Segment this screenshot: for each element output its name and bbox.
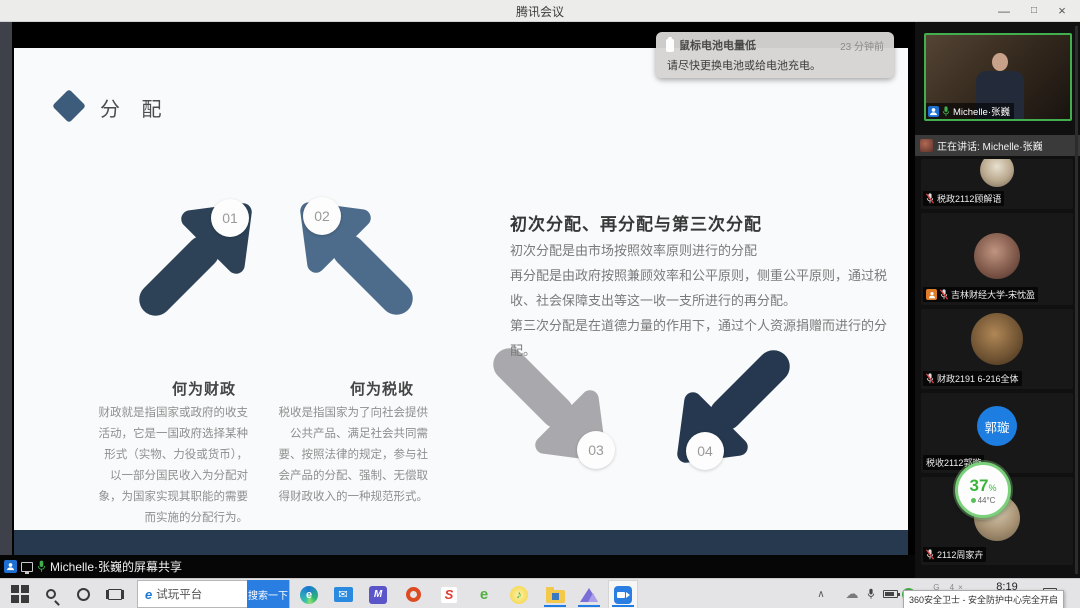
- slide-title-diamond-icon: [52, 89, 86, 123]
- search-input[interactable]: [156, 588, 224, 600]
- now-speaking-label: 正在讲话: Michelle·张巍: [937, 138, 1043, 153]
- notification-time: 23 分钟前: [840, 38, 884, 53]
- main-paragraph-3: 第三次分配是在道德力量的作用下，通过个人资源捐赠而进行的分配。: [510, 313, 908, 363]
- now-speaking-banner: 正在讲话: Michelle·张巍: [915, 135, 1080, 156]
- minimize-button[interactable]: —: [990, 0, 1018, 22]
- step-number-3: 03: [577, 431, 615, 469]
- participant-video-michelle[interactable]: Michelle·张巍: [924, 33, 1072, 121]
- avatar-initials: 郭璇: [977, 406, 1017, 446]
- participant-name: 吉林财经大学-宋忱盈: [951, 288, 1035, 301]
- task-view-button[interactable]: [102, 579, 128, 608]
- participant-tile[interactable]: 税政2112顾解语: [921, 159, 1073, 209]
- notification-body: 请尽快更换电池或给电池充电。: [666, 57, 884, 73]
- taskbar-icon-mail[interactable]: ✉: [328, 580, 358, 608]
- window-title: 腾讯会议: [0, 3, 1080, 20]
- close-button[interactable]: ×: [1048, 0, 1076, 22]
- sidebar-scrollbar[interactable]: [1075, 26, 1078, 574]
- window-titlebar: 腾讯会议 — □ ×: [0, 0, 1080, 22]
- folder-icon: [546, 590, 565, 603]
- mic-muted-icon: [940, 289, 948, 300]
- screen-share-icon: [21, 562, 33, 572]
- share-left-edge: [0, 22, 12, 578]
- system-monitor-ball[interactable]: 37 % 44°C: [955, 462, 1011, 518]
- presenter-silhouette: [992, 53, 1008, 71]
- main-paragraph-2: 再分配是由政府按照兼顾效率和公平原则，侧重公平原则，通过税收、社会保障支出等这一…: [510, 263, 908, 313]
- mic-muted-icon: [926, 549, 934, 560]
- cortana-icon: [77, 588, 90, 601]
- participant-name: 财政2191 6-216全体: [937, 372, 1019, 385]
- slide-title: 分 配: [100, 93, 170, 122]
- section-heading-tax: 何为税收: [350, 378, 414, 399]
- edge-icon: e: [300, 586, 318, 604]
- tray-cloud-icon[interactable]: ☁: [842, 579, 862, 608]
- host-badge-icon: [926, 289, 937, 300]
- windows-logo-icon: [11, 585, 29, 603]
- participant-name: Michelle·张巍: [953, 104, 1010, 118]
- taskbar-icon-360-browser[interactable]: e: [469, 580, 499, 608]
- share-status-bar: Michelle·张巍的屏幕共享: [0, 555, 915, 578]
- mail-icon: ✉: [334, 587, 353, 602]
- browser-360-icon: e: [480, 586, 488, 603]
- taskbar-icon-file-explorer[interactable]: [540, 580, 570, 608]
- wps-icon: S: [440, 586, 458, 604]
- mic-muted-icon: [926, 193, 934, 204]
- voov-icon: M: [369, 586, 387, 604]
- taskbar-icon-xunlei[interactable]: [574, 580, 604, 608]
- mic-muted-icon: [926, 373, 934, 384]
- step-number-1: 01: [211, 199, 249, 237]
- taskbar-icon-tencent-meeting-active[interactable]: [608, 580, 638, 608]
- step-number-2: 02: [303, 197, 341, 235]
- avatar: [971, 313, 1023, 365]
- taskbar-icon-edge[interactable]: e: [294, 580, 324, 608]
- participant-tile[interactable]: 财政2191 6-216全体: [921, 309, 1073, 389]
- main-paragraphs: 初次分配是由市场按照效率原则进行的分配 再分配是由政府按照兼顾效率和公平原则，侧…: [510, 238, 908, 363]
- tray-battery-icon[interactable]: [880, 579, 900, 608]
- step-number-4: 04: [686, 432, 724, 470]
- slide-footer-band: [14, 530, 908, 555]
- search-icon: [46, 589, 56, 599]
- meeting-camera-icon: [614, 586, 632, 604]
- presenter-person-icon: [4, 560, 17, 573]
- taskbar-icon-wps[interactable]: S: [434, 580, 464, 608]
- main-paragraph-1: 初次分配是由市场按照效率原则进行的分配: [510, 238, 908, 263]
- person-badge-icon: [928, 106, 939, 117]
- search-engine-icon: e: [145, 587, 152, 602]
- participant-tile[interactable]: 郭璇 税收2112郭璇: [921, 393, 1073, 473]
- search-submit-button[interactable]: 搜索一下: [247, 580, 289, 608]
- task-view-icon: [108, 589, 122, 600]
- mic-on-icon: [37, 560, 46, 573]
- tray-mic-icon[interactable]: [864, 579, 878, 608]
- office-icon: [406, 587, 421, 602]
- qq-music-icon: ♪: [510, 586, 528, 604]
- participant-tile[interactable]: 吉林财经大学-宋忱盈: [921, 213, 1073, 305]
- notification-title: 鼠标电池电量低: [679, 37, 835, 53]
- section-body-tax: 税收是指国家为了向社会提供公共产品、满足社会共同需要、按照法律的规定，参与社会产…: [278, 403, 428, 508]
- screen: 腾讯会议 — □ × 分 配 01 02 03 04 何为财政 财政就是指国家或…: [0, 0, 1080, 608]
- memory-percent: 37: [970, 476, 989, 496]
- taskbar-icon-qq-music[interactable]: ♪: [504, 580, 534, 608]
- share-status-label: Michelle·张巍的屏幕共享: [50, 558, 182, 575]
- taskbar-icon-office[interactable]: [398, 580, 428, 608]
- start-button[interactable]: [6, 579, 34, 608]
- avatar: [974, 233, 1020, 279]
- participant-name: 税政2112顾解语: [937, 192, 1001, 205]
- cortana-button[interactable]: [70, 579, 96, 608]
- avatar: [980, 159, 1014, 187]
- maximize-button[interactable]: □: [1020, 0, 1048, 22]
- section-body-finance: 财政就是指国家或政府的收支活动，它是一国政府选择某种形式（实物、力役或货币），以…: [96, 403, 248, 529]
- temperature-value: 44°C: [971, 496, 996, 505]
- mic-on-icon: [942, 106, 950, 117]
- battery-icon: [666, 39, 674, 52]
- taskbar-search-box[interactable]: e 搜索一下: [137, 580, 290, 608]
- taskbar-search-button[interactable]: [38, 579, 64, 608]
- taskbar-icon-voov[interactable]: M: [363, 580, 393, 608]
- mountain-icon: [580, 588, 598, 602]
- tray-tooltip: 360安全卫士 - 安全防护中心完全开启: [903, 590, 1064, 608]
- main-heading: 初次分配、再分配与第三次分配: [510, 210, 762, 235]
- battery-notification[interactable]: 鼠标电池电量低 23 分钟前 请尽快更换电池或给电池充电。: [656, 32, 894, 78]
- tray-expand-button[interactable]: ∧: [812, 579, 830, 608]
- participant-name: 2112周家卉: [937, 548, 983, 561]
- speaker-avatar: [920, 139, 933, 152]
- section-heading-finance: 何为财政: [172, 378, 236, 399]
